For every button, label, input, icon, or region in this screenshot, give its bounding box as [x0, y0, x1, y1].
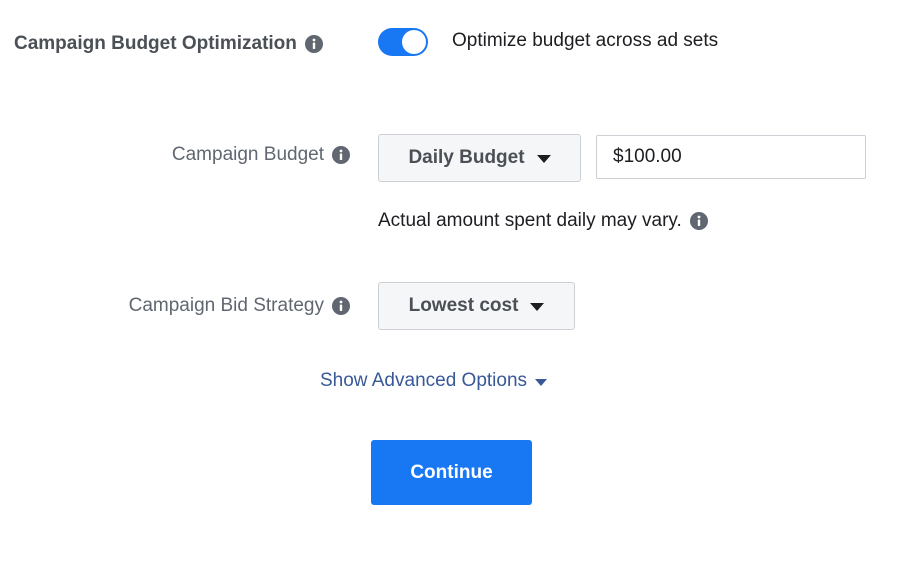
info-icon[interactable] [304, 35, 323, 53]
budget-type-dropdown[interactable]: Daily Budget [378, 134, 581, 182]
budget-hint-row: Actual amount spent daily may vary. [378, 210, 708, 232]
bid-strategy-dropdown[interactable]: Lowest cost [378, 282, 575, 330]
cbo-toggle-label: Optimize budget across ad sets [452, 30, 719, 51]
campaign-budget-label: Campaign Budget [171, 144, 324, 165]
cbo-label-row: Campaign Budget Optimization [14, 33, 323, 55]
caret-down-icon [530, 303, 545, 311]
info-icon[interactable] [332, 297, 350, 315]
show-advanced-options-link[interactable]: Show Advanced Options [320, 370, 548, 392]
info-icon[interactable] [332, 146, 350, 164]
continue-button[interactable]: Continue [371, 440, 532, 505]
bid-strategy-value: Lowest cost [408, 295, 519, 316]
cbo-toggle-switch[interactable] [378, 28, 428, 56]
info-icon[interactable] [689, 212, 708, 230]
campaign-budget-label-row: Campaign Budget [172, 144, 350, 166]
budget-hint-text: Actual amount spent daily may vary. [378, 210, 682, 231]
caret-down-icon [536, 155, 551, 163]
bid-strategy-label: Campaign Bid Strategy [128, 295, 324, 316]
toggle-knob [402, 30, 426, 54]
budget-amount-input[interactable] [596, 135, 866, 179]
caret-down-icon [535, 378, 548, 386]
cbo-label: Campaign Budget Optimization [14, 33, 297, 54]
advanced-options-label: Show Advanced Options [320, 370, 528, 391]
budget-type-value: Daily Budget [408, 147, 525, 168]
bid-strategy-label-row: Campaign Bid Strategy [129, 295, 350, 317]
